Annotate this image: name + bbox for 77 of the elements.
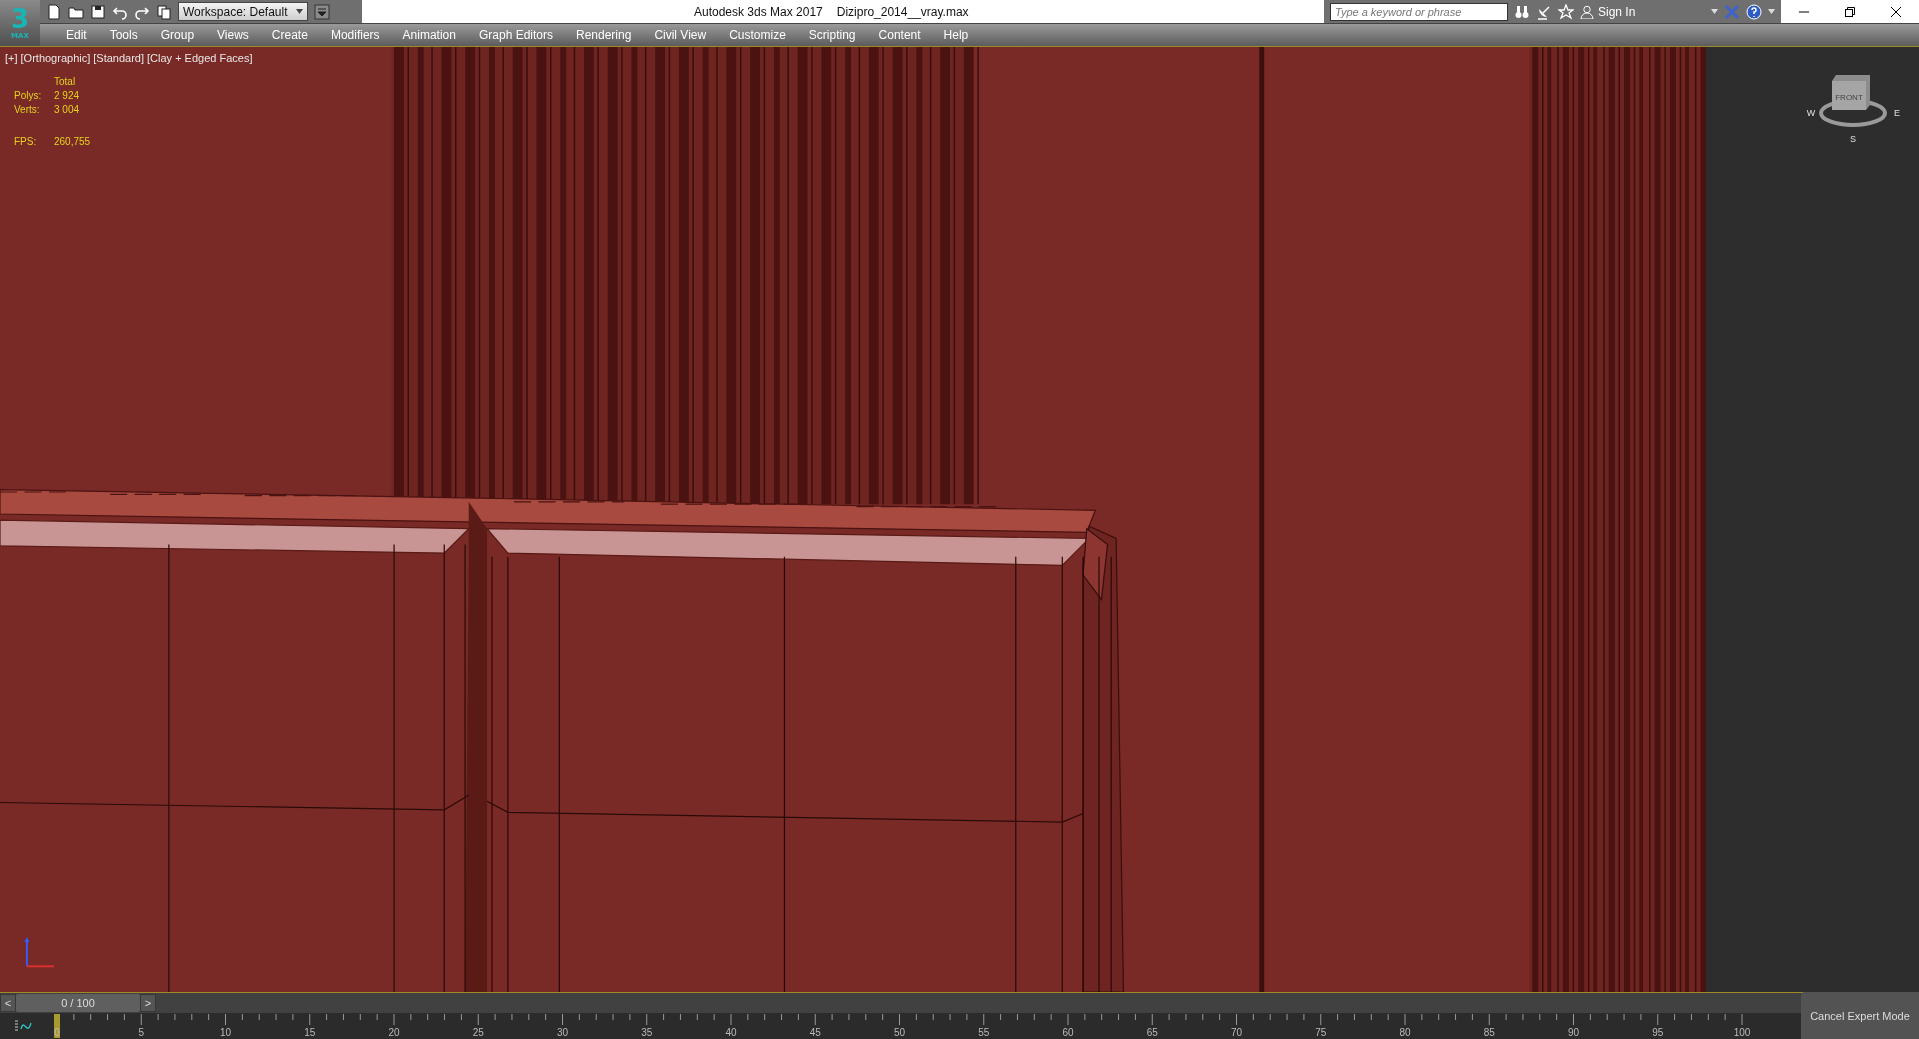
menu-item[interactable]: Views: [206, 28, 261, 42]
menu-item[interactable]: Civil View: [643, 28, 719, 42]
project-icon[interactable]: [156, 3, 172, 20]
frame-number: 45: [809, 1027, 821, 1039]
viewport-label[interactable]: [Clay + Edged Faces]: [147, 52, 253, 64]
caret-icon[interactable]: [1768, 9, 1775, 14]
viewport-label[interactable]: [Standard]: [93, 52, 144, 64]
sign-in-button[interactable]: Sign In: [1580, 4, 1636, 19]
stats-heading: Total: [54, 76, 77, 87]
next-frame-button[interactable]: >: [140, 994, 156, 1012]
previous-frame-button[interactable]: <: [0, 994, 16, 1012]
frame-number: 20: [388, 1027, 400, 1039]
frame-number: 0: [54, 1027, 60, 1039]
star-icon[interactable]: [1558, 3, 1574, 20]
frame-number: 85: [1483, 1027, 1495, 1039]
frame-number: 90: [1567, 1027, 1580, 1039]
menu-item[interactable]: Tools: [98, 28, 150, 42]
menu-item[interactable]: Scripting: [797, 28, 868, 42]
close-icon: [1891, 6, 1901, 17]
menu-item[interactable]: Animation: [391, 28, 468, 42]
help-icon[interactable]: [1746, 3, 1762, 20]
caret-icon: [296, 9, 303, 14]
frame-counter[interactable]: 0 / 100: [16, 994, 140, 1012]
menu-item[interactable]: Group: [149, 28, 207, 42]
stat-label: Polys:: [14, 90, 43, 101]
stat-label: FPS:: [14, 136, 38, 147]
restore-icon: [1845, 6, 1855, 17]
cube-drawing: [1832, 75, 1870, 110]
stat-value: 3 004: [54, 104, 81, 115]
dropdown-icon[interactable]: [314, 3, 330, 20]
frame-number: 75: [1315, 1027, 1327, 1039]
frame-number: 25: [472, 1027, 484, 1039]
menu-item[interactable]: Customize: [718, 28, 798, 42]
axis-tripod-icon: [24, 937, 55, 968]
user-icon: [1580, 4, 1594, 19]
new-file-icon[interactable]: [46, 3, 62, 20]
satellite-icon[interactable]: [1536, 3, 1552, 20]
stat-label: Verts:: [14, 104, 41, 115]
view-cube[interactable]: FRONT W E S: [1805, 69, 1911, 151]
frame-number: 70: [1230, 1027, 1243, 1039]
stat-value: 260,755: [54, 136, 92, 147]
compass-label: W: [1806, 108, 1816, 118]
save-icon[interactable]: [90, 3, 106, 20]
search-field[interactable]: Type a keyword or phrase: [1330, 2, 1508, 21]
frame-number: 10: [219, 1027, 232, 1039]
frame-number: 15: [304, 1027, 316, 1039]
frame-number: 40: [725, 1027, 737, 1039]
cancel-expert-mode-button[interactable]: Cancel Expert Mode: [1801, 992, 1919, 1039]
binoculars-icon[interactable]: [1514, 3, 1530, 20]
menu-item[interactable]: Edit: [55, 28, 99, 42]
window-title: Autodesk 3ds Max 2017: [694, 4, 823, 19]
frame-number: 5: [138, 1027, 145, 1039]
frame-number: 60: [1062, 1027, 1074, 1039]
menu-item[interactable]: Content: [867, 28, 933, 42]
caret-icon[interactable]: [1711, 9, 1718, 14]
stat-value: 2 924: [54, 90, 81, 101]
cube-face-label: FRONT: [1835, 93, 1863, 102]
menu-item[interactable]: Graph Editors: [467, 28, 565, 42]
workspace-dropdown[interactable]: Workspace: Default: [178, 2, 308, 21]
frame-number: 95: [1652, 1027, 1664, 1039]
menu-item[interactable]: Modifiers: [319, 28, 392, 42]
frame-number: 35: [641, 1027, 653, 1039]
menu-item[interactable]: Rendering: [565, 28, 644, 42]
compass-label: S: [1850, 134, 1856, 144]
frame-number: 100: [1733, 1027, 1751, 1039]
frame-number: 55: [978, 1027, 990, 1039]
viewport-label[interactable]: [+]: [5, 52, 18, 64]
frame-number: 65: [1146, 1027, 1158, 1039]
frame-number: 80: [1399, 1027, 1411, 1039]
viewport-label[interactable]: [Orthographic]: [20, 52, 91, 64]
current-frame-marker[interactable]: [54, 1014, 60, 1038]
file-name: Dizipro_2014__vray.max: [836, 4, 969, 19]
compass-label: E: [1894, 108, 1900, 118]
frame-number: 50: [893, 1027, 906, 1039]
menu-item[interactable]: Create: [260, 28, 320, 42]
menu-item[interactable]: Help: [932, 28, 981, 42]
frame-number: 30: [556, 1027, 569, 1039]
